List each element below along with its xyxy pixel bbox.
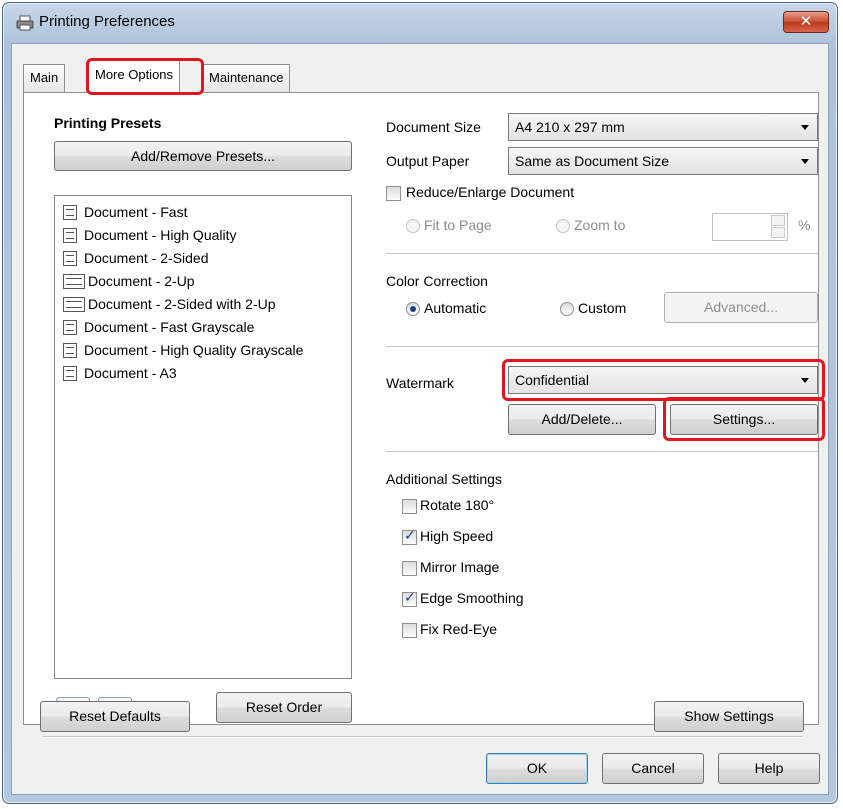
percent-label: % xyxy=(798,217,811,233)
watermark-label: Watermark xyxy=(386,375,454,391)
presets-list[interactable]: Document - Fast Document - High Quality … xyxy=(54,195,352,679)
fit-to-page-label: Fit to Page xyxy=(424,217,492,233)
high-speed-checkbox[interactable] xyxy=(402,528,417,545)
reset-order-button[interactable]: Reset Order xyxy=(216,692,352,723)
advanced-label: Advanced... xyxy=(704,299,778,315)
title-bar[interactable]: Printing Preferences ✕ xyxy=(3,3,837,43)
list-item-label: Document - 2-Sided with 2-Up xyxy=(88,296,276,312)
list-item[interactable]: Document - High Quality xyxy=(63,227,237,247)
show-settings-button[interactable]: Show Settings xyxy=(654,701,804,732)
list-item[interactable]: Document - Fast xyxy=(63,204,187,224)
document-icon xyxy=(63,366,77,381)
divider xyxy=(386,346,818,348)
reset-defaults-button[interactable]: Reset Defaults xyxy=(40,701,190,732)
custom-label: Custom xyxy=(578,300,627,316)
stepper-up-icon[interactable] xyxy=(771,215,785,226)
tab-main[interactable]: Main xyxy=(23,64,66,92)
document-size-select[interactable]: A4 210 x 297 mm xyxy=(508,113,818,141)
stepper-down-icon[interactable] xyxy=(771,227,785,238)
help-label: Help xyxy=(754,760,784,776)
list-item-label: Document - Fast Grayscale xyxy=(84,319,255,335)
highlight-watermark xyxy=(502,359,825,401)
fix-red-eye-checkbox[interactable] xyxy=(402,623,417,638)
zoom-to-radio[interactable] xyxy=(556,219,570,233)
mirror-image-checkbox[interactable] xyxy=(402,561,417,576)
output-paper-value: Same as Document Size xyxy=(515,153,670,169)
list-item-label: Document - Fast xyxy=(84,204,188,220)
add-delete-button[interactable]: Add/Delete... xyxy=(508,404,656,435)
rotate-180-checkbox[interactable] xyxy=(402,499,417,514)
document-icon xyxy=(63,228,77,243)
document-icon xyxy=(63,343,77,358)
tab-maintenance-label: Maintenance xyxy=(209,70,284,85)
two-up-icon xyxy=(63,274,85,289)
list-item[interactable]: Document - 2-Sided xyxy=(63,250,209,270)
dialog-client-area: Main More Options Maintenance Printing P… xyxy=(11,43,829,795)
chevron-down-icon xyxy=(801,159,809,164)
list-item[interactable]: Document - A3 xyxy=(63,365,177,385)
list-item-label: Document - 2-Sided xyxy=(84,250,209,266)
custom-radio[interactable] xyxy=(560,302,574,316)
reset-order-label: Reset Order xyxy=(245,699,323,715)
cancel-label: Cancel xyxy=(631,760,675,776)
help-button[interactable]: Help xyxy=(718,753,820,784)
more-options-panel: Printing Presets Add/Remove Presets... D… xyxy=(23,92,825,738)
list-item-label: Document - 2-Up xyxy=(88,273,195,289)
printing-presets-heading: Printing Presets xyxy=(54,115,162,131)
window-title: Printing Preferences xyxy=(39,13,175,30)
reduce-enlarge-label: Reduce/Enlarge Document xyxy=(406,184,575,200)
fix-red-eye-label: Fix Red-Eye xyxy=(420,621,498,637)
advanced-button[interactable]: Advanced... xyxy=(664,292,818,323)
close-button[interactable]: ✕ xyxy=(783,11,829,33)
ok-button[interactable]: OK xyxy=(486,753,588,784)
divider xyxy=(42,736,802,738)
reset-defaults-label: Reset Defaults xyxy=(69,708,161,724)
ok-label: OK xyxy=(526,760,548,776)
list-item[interactable]: Document - High Quality Grayscale xyxy=(63,342,303,362)
document-size-value: A4 210 x 297 mm xyxy=(515,119,625,135)
list-item-label: Document - High Quality xyxy=(84,227,237,243)
add-remove-presets-button[interactable]: Add/Remove Presets... xyxy=(54,141,352,171)
highlight-tab xyxy=(86,58,204,95)
output-paper-select[interactable]: Same as Document Size xyxy=(508,147,818,175)
automatic-label: Automatic xyxy=(424,300,487,316)
mirror-image-label: Mirror Image xyxy=(420,559,500,575)
show-settings-label: Show Settings xyxy=(684,708,774,724)
list-item[interactable]: Document - 2-Up xyxy=(63,273,195,293)
edge-smoothing-label: Edge Smoothing xyxy=(420,590,524,606)
zoom-to-label: Zoom to xyxy=(574,217,626,233)
divider xyxy=(386,451,818,453)
divider xyxy=(386,253,818,255)
close-icon: ✕ xyxy=(799,13,813,30)
zoom-stepper[interactable] xyxy=(712,213,788,241)
edge-smoothing-checkbox[interactable] xyxy=(402,590,417,607)
document-icon xyxy=(63,251,77,266)
chevron-down-icon xyxy=(801,125,809,130)
list-item-label: Document - High Quality Grayscale xyxy=(84,342,304,358)
highlight-settings xyxy=(663,397,825,441)
document-size-label: Document Size xyxy=(386,119,481,135)
document-icon xyxy=(63,320,77,335)
list-item[interactable]: Document - Fast Grayscale xyxy=(63,319,254,339)
automatic-radio[interactable] xyxy=(406,302,420,316)
tab-main-label: Main xyxy=(30,70,59,85)
color-correction-label: Color Correction xyxy=(386,273,488,289)
reduce-enlarge-checkbox[interactable] xyxy=(386,186,401,201)
rotate-180-label: Rotate 180° xyxy=(420,497,495,513)
two-up-icon xyxy=(63,297,85,312)
printing-preferences-window: Printing Preferences ✕ Main More Options… xyxy=(2,2,838,804)
output-paper-label: Output Paper xyxy=(386,153,470,169)
cancel-button[interactable]: Cancel xyxy=(602,753,704,784)
add-remove-presets-label: Add/Remove Presets... xyxy=(131,148,275,164)
high-speed-label: High Speed xyxy=(420,528,494,544)
printer-icon xyxy=(16,15,34,31)
tab-maintenance[interactable]: Maintenance xyxy=(202,64,291,92)
add-delete-label: Add/Delete... xyxy=(541,411,623,427)
fit-to-page-radio[interactable] xyxy=(406,219,420,233)
list-item[interactable]: Document - 2-Sided with 2-Up xyxy=(63,296,276,316)
additional-settings-label: Additional Settings xyxy=(386,471,502,487)
document-icon xyxy=(63,205,77,220)
list-item-label: Document - A3 xyxy=(84,365,177,381)
